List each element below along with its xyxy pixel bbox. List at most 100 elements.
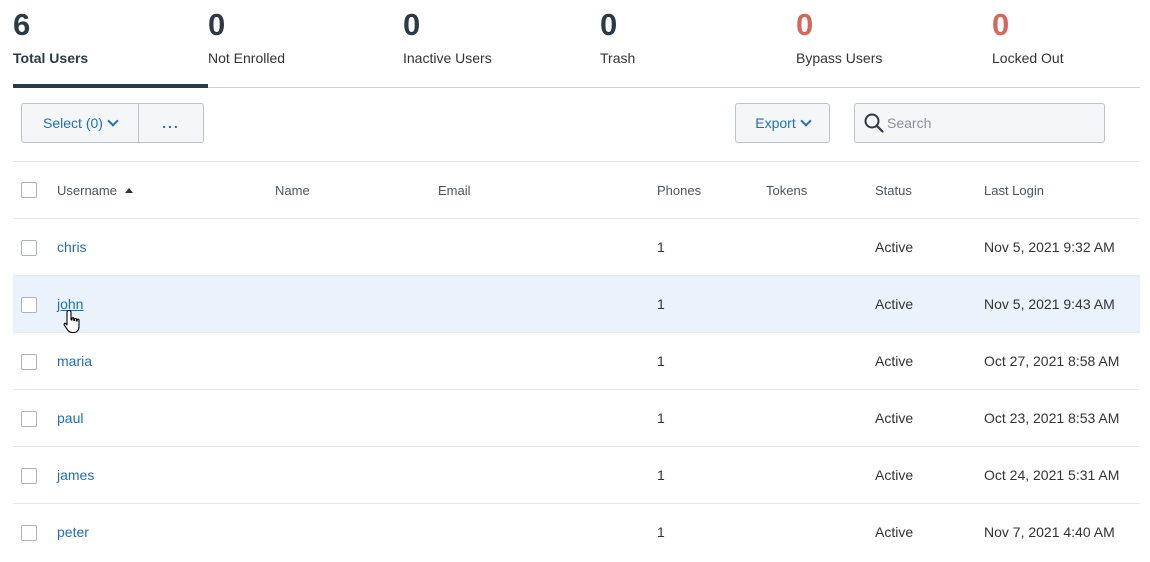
select-dropdown-button[interactable]: Select (0) <box>21 103 139 143</box>
cell-phones: 1 <box>657 218 766 276</box>
chevron-down-icon <box>800 115 812 127</box>
stat-bypass-users[interactable]: 0 Bypass Users <box>796 0 991 87</box>
stat-trash[interactable]: 0 Trash <box>600 0 795 87</box>
cell-last-login: Nov 5, 2021 9:32 AM <box>984 218 1140 276</box>
table-row: james 1 Active Oct 24, 2021 5:31 AM <box>13 446 1140 504</box>
stat-inactive-users[interactable]: 0 Inactive Users <box>403 0 598 87</box>
cell-phones: 1 <box>657 446 766 504</box>
more-actions-button[interactable]: ... <box>139 103 204 143</box>
stat-label: Total Users <box>13 50 89 66</box>
column-header-email[interactable]: Email <box>438 162 657 219</box>
export-button[interactable]: Export <box>735 103 830 143</box>
cell-phones: 1 <box>657 332 766 390</box>
table-row: maria 1 Active Oct 27, 2021 8:58 AM <box>13 332 1140 390</box>
chevron-down-icon <box>107 115 119 127</box>
stat-total-users[interactable]: 6 Total Users <box>13 0 208 88</box>
row-checkbox[interactable] <box>21 296 37 313</box>
column-header-label: Tokens <box>766 182 808 198</box>
column-header-username[interactable]: Username <box>57 162 275 219</box>
search-input[interactable] <box>887 112 1097 134</box>
stat-value: 0 <box>600 7 618 42</box>
column-header-label: Phones <box>657 182 702 198</box>
stat-label: Locked Out <box>992 50 1064 66</box>
stat-label: Not Enrolled <box>208 50 286 66</box>
cell-last-login: Oct 23, 2021 8:53 AM <box>984 389 1140 447</box>
users-table: Username Name Email Phones Tokens Status… <box>13 162 1140 560</box>
cell-status: Active <box>875 389 984 447</box>
column-header-name[interactable]: Name <box>275 162 438 219</box>
cell-last-login: Oct 24, 2021 5:31 AM <box>984 446 1140 504</box>
cell-phones: 1 <box>657 503 766 560</box>
cell-tokens <box>766 503 875 560</box>
cell-last-login: Nov 7, 2021 4:40 AM <box>984 503 1140 560</box>
row-checkbox[interactable] <box>21 410 37 427</box>
cell-name <box>275 218 438 276</box>
column-header-last-login[interactable]: Last Login <box>984 162 1140 219</box>
cell-status: Active <box>875 332 984 390</box>
row-checkbox[interactable] <box>21 467 37 484</box>
cell-tokens <box>766 275 875 333</box>
stat-label: Trash <box>600 50 636 66</box>
column-header-label: Username <box>57 182 117 198</box>
select-button-group: Select (0) ... <box>21 103 204 143</box>
row-checkbox[interactable] <box>21 353 37 370</box>
stat-label: Inactive Users <box>403 50 492 66</box>
cell-tokens <box>766 446 875 504</box>
select-label: Select (0) <box>43 115 103 131</box>
cell-tokens <box>766 332 875 390</box>
cell-tokens <box>766 218 875 276</box>
column-header-phones[interactable]: Phones <box>657 162 766 219</box>
cell-email <box>438 332 657 390</box>
column-header-status[interactable]: Status <box>875 162 984 219</box>
stat-value: 0 <box>403 7 421 42</box>
username-link[interactable]: peter <box>57 524 89 540</box>
cell-phones: 1 <box>657 389 766 447</box>
cell-name <box>275 275 438 333</box>
username-link[interactable]: paul <box>57 410 83 426</box>
table-row: chris 1 Active Nov 5, 2021 9:32 AM <box>13 218 1140 276</box>
cell-name <box>275 503 438 560</box>
row-checkbox[interactable] <box>21 524 37 541</box>
cell-name <box>275 389 438 447</box>
cell-last-login: Nov 5, 2021 9:43 AM <box>984 275 1140 333</box>
sort-ascending-icon <box>124 187 133 193</box>
table-header-row: Username Name Email Phones Tokens Status… <box>13 162 1140 219</box>
stat-value: 0 <box>796 7 814 42</box>
stat-not-enrolled[interactable]: 0 Not Enrolled <box>208 0 403 87</box>
cell-name <box>275 332 438 390</box>
column-header-label: Last Login <box>984 182 1044 198</box>
select-all-checkbox[interactable] <box>21 182 37 199</box>
cell-status: Active <box>875 275 984 333</box>
stat-value: 0 <box>992 7 1010 42</box>
username-link[interactable]: james <box>57 467 94 483</box>
hand-pointer-cursor-icon <box>63 309 80 334</box>
cell-tokens <box>766 389 875 447</box>
stat-value: 6 <box>13 7 31 42</box>
cell-email <box>438 275 657 333</box>
row-checkbox[interactable] <box>21 239 37 256</box>
user-stats-bar: 6 Total Users 0 Not Enrolled 0 Inactive … <box>13 0 1140 88</box>
table-row: john 1 Active Nov 5, 2021 9:43 AM <box>13 275 1140 333</box>
column-header-tokens[interactable]: Tokens <box>766 162 875 219</box>
cell-email <box>438 389 657 447</box>
search-icon <box>864 113 884 133</box>
table-row: paul 1 Active Oct 23, 2021 8:53 AM <box>13 389 1140 447</box>
search-box <box>854 103 1105 143</box>
username-link[interactable]: maria <box>57 353 92 369</box>
cell-status: Active <box>875 446 984 504</box>
cell-last-login: Oct 27, 2021 8:58 AM <box>984 332 1140 390</box>
stat-label: Bypass Users <box>796 50 883 66</box>
cell-email <box>438 218 657 276</box>
column-header-label: Status <box>875 182 912 198</box>
column-header-label: Email <box>438 182 471 198</box>
username-link[interactable]: chris <box>57 239 87 255</box>
table-row: peter 1 Active Nov 7, 2021 4:40 AM <box>13 503 1140 560</box>
stat-locked-out[interactable]: 0 Locked Out <box>992 0 1150 87</box>
export-label: Export <box>755 115 796 131</box>
toolbar: Select (0) ... Export <box>13 88 1140 162</box>
cell-email <box>438 503 657 560</box>
cell-phones: 1 <box>657 275 766 333</box>
more-label: ... <box>162 115 180 131</box>
cell-email <box>438 446 657 504</box>
stat-value: 0 <box>208 7 226 42</box>
